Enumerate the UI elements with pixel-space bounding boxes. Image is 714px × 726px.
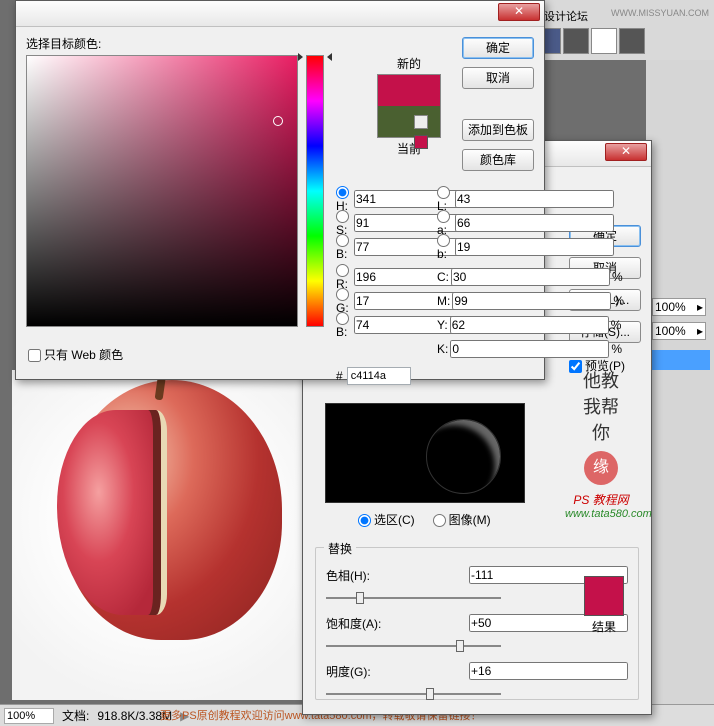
zoom-input[interactable] — [4, 708, 54, 724]
fill-box[interactable]: 100%▸ — [652, 322, 706, 340]
light-slider[interactable] — [326, 684, 501, 704]
web-only-check[interactable]: 只有 Web 颜色 — [28, 346, 123, 363]
bc-radio[interactable]: B: — [336, 311, 352, 339]
watermelon-slice — [57, 410, 167, 615]
hex-input[interactable] — [347, 367, 411, 385]
cancel-button[interactable]: 取消 — [462, 67, 534, 89]
a-input[interactable] — [455, 214, 614, 232]
doc-label: 文档: — [62, 707, 89, 724]
watermark: 他教 我帮 你 缘 PS 教程网 www.tata580.com — [565, 367, 637, 520]
y-input[interactable] — [450, 316, 609, 334]
ok-button[interactable]: 确定 — [462, 37, 534, 59]
replace-group: 替换 色相(H): 饱和度(A): 明度(G): 结果 — [315, 547, 639, 700]
saturation-value-field[interactable] — [26, 55, 298, 327]
new-current-swatch[interactable] — [377, 74, 441, 138]
swatch[interactable] — [619, 28, 645, 54]
close-icon[interactable] — [605, 143, 647, 161]
gamut-warning-icon[interactable] — [414, 115, 428, 129]
selection-preview — [325, 403, 525, 503]
b2-radio[interactable]: b: — [437, 233, 453, 261]
canvas[interactable] — [12, 370, 307, 700]
k-input[interactable] — [450, 340, 609, 358]
right-panel: 100%▸ 100%▸ — [646, 60, 714, 726]
selection-radio[interactable]: 选区(C) — [358, 511, 415, 528]
color-picker-dialog: 选择目标颜色: 新的 当前 确定 取消 添加到色板 颜色库 H:度 L: — [15, 0, 545, 380]
sat-slider[interactable] — [326, 636, 501, 656]
image-radio[interactable]: 图像(M) — [433, 511, 491, 528]
m-input[interactable] — [452, 292, 611, 310]
swatch[interactable] — [563, 28, 589, 54]
web-safe-swatch[interactable] — [414, 135, 428, 149]
hue-arrows-icon — [298, 53, 332, 63]
group-legend: 替换 — [324, 540, 356, 557]
hue-slider[interactable] — [306, 55, 324, 327]
opacity-box[interactable]: 100%▸ — [652, 298, 706, 316]
sv-marker — [273, 116, 283, 126]
color-lib-button[interactable]: 颜色库 — [462, 149, 534, 171]
close-icon[interactable] — [498, 3, 540, 21]
select-target-label: 选择目标颜色: — [26, 35, 534, 52]
b-radio[interactable]: B: — [336, 233, 352, 261]
l-input[interactable] — [455, 190, 614, 208]
hue-slider[interactable] — [326, 588, 501, 608]
add-swatch-button[interactable]: 添加到色板 — [462, 119, 534, 141]
swatch-row — [535, 28, 645, 54]
forum-url: WWW.MISSYUAN.COM — [611, 8, 709, 18]
titlebar[interactable] — [16, 1, 544, 27]
light-input[interactable] — [469, 662, 628, 680]
c-input[interactable] — [451, 268, 610, 286]
b2-input[interactable] — [455, 238, 614, 256]
swatch[interactable] — [591, 28, 617, 54]
result-swatch[interactable]: 结果 — [584, 576, 624, 635]
layer-highlight[interactable] — [650, 350, 710, 370]
